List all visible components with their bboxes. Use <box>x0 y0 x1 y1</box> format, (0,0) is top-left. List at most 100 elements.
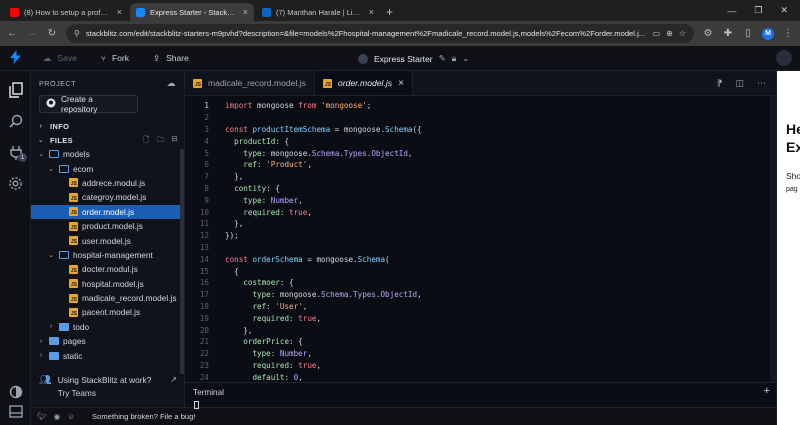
browser-menu-icon[interactable]: ⋮ <box>782 28 794 39</box>
code-editor[interactable]: 1 import mongoose from 'mongoose'; 2 3 const… <box>185 96 776 382</box>
fork-button[interactable]: ⑂ Fork <box>89 53 141 63</box>
screen-share-icon[interactable]: ▭ <box>653 29 661 38</box>
info-section-toggle[interactable]: › INFO <box>31 119 184 133</box>
editor-tab[interactable]: JS order.model.js × <box>314 71 413 95</box>
preview-pane[interactable]: He Ex Sho pag <box>776 71 800 425</box>
save-button[interactable]: ☁ Save <box>31 53 89 64</box>
theme-toggle-icon[interactable] <box>7 383 24 400</box>
code-line: 6 ref: 'Product', <box>185 159 776 171</box>
file-sidebar: PROJECT ☁ Create a repository › INFO ⌄ F… <box>31 71 185 407</box>
file-a-bug-link[interactable]: Something broken? File a bug! <box>92 412 195 421</box>
preview-text-2: pag <box>786 186 798 193</box>
code-text: required: true, <box>225 361 321 370</box>
line-number: 16 <box>199 278 209 288</box>
chevron-down-icon[interactable]: ⌄ <box>462 53 469 64</box>
folder-icon <box>59 322 69 331</box>
files-icon[interactable] <box>7 81 24 98</box>
stackblitz-logo-icon[interactable] <box>0 49 31 67</box>
lock-icon[interactable]: 🔒︎ <box>452 53 457 64</box>
search-icon[interactable] <box>7 112 24 129</box>
file-tree-file[interactable]: JS hospital.model.js <box>31 277 184 291</box>
cloud-sync-icon[interactable]: ☁ <box>167 78 177 89</box>
split-editor-icon[interactable]: ◫ <box>735 78 744 89</box>
format-icon[interactable]: ⁋ <box>717 78 723 89</box>
code-token: ; <box>366 101 372 111</box>
close-tab-icon[interactable]: × <box>117 7 122 17</box>
panel-layout-icon[interactable] <box>7 403 24 420</box>
terminal-title: Terminal <box>193 388 224 397</box>
more-actions-icon[interactable]: ⋯ <box>757 78 766 89</box>
file-tree-file[interactable]: JS order.model.js <box>31 204 184 219</box>
maximize-icon[interactable]: ❐ <box>754 5 762 16</box>
share-button[interactable]: ⇪ Share <box>141 53 201 64</box>
line-number: 5 <box>204 148 209 158</box>
close-window-icon[interactable]: ✕ <box>780 5 788 16</box>
line-number: 14 <box>199 254 209 264</box>
bookmark-star-icon[interactable]: ☆ <box>679 29 686 38</box>
sidebar-scrollbar[interactable] <box>180 149 184 374</box>
file-tree-folder[interactable]: › static <box>31 348 184 362</box>
reload-icon[interactable]: ↻ <box>46 28 58 39</box>
file-tree-folder[interactable]: › pages <box>31 334 184 348</box>
collapse-all-icon[interactable]: ⊟ <box>171 134 178 147</box>
file-tree-file[interactable]: JS pacent.model.js <box>31 305 184 319</box>
code-token: Schema <box>357 254 386 264</box>
extension-icon[interactable]: ⚙ <box>702 28 714 39</box>
project-name[interactable]: Express Starter ✎ 🔒︎ ⌄ <box>358 46 469 71</box>
file-tree-folder[interactable]: ⌄ ecom <box>31 161 184 175</box>
minimize-icon[interactable]: — <box>727 6 736 16</box>
line-number: 15 <box>199 266 209 276</box>
github-status-icon[interactable]: ◉ <box>54 412 61 421</box>
zoom-icon[interactable]: ⊕ <box>666 29 673 38</box>
file-tree-file[interactable]: JS madicale_record.model.js <box>31 291 184 305</box>
site-info-icon[interactable]: ⚲ <box>74 29 80 38</box>
line-number: 3 <box>204 124 209 134</box>
forward-icon[interactable]: → <box>26 28 38 39</box>
close-editor-tab-icon[interactable]: × <box>398 78 404 89</box>
browser-tab[interactable]: (7) Manthan Harale | LinkedIn × <box>256 3 380 21</box>
close-tab-icon[interactable]: × <box>243 7 248 17</box>
external-link-icon: ↗ <box>170 375 177 384</box>
file-tree-file[interactable]: JS product.model.js <box>31 219 184 233</box>
user-avatar[interactable] <box>776 50 792 66</box>
code-token: : <box>257 160 267 170</box>
extensions-puzzle-icon[interactable]: ✚ <box>722 28 734 39</box>
file-tree-file[interactable]: JS addrece.modul.js <box>31 176 184 190</box>
back-icon[interactable]: ← <box>6 28 18 39</box>
file-tree-folder[interactable]: › todo <box>31 320 184 334</box>
close-tab-icon[interactable]: × <box>369 7 374 17</box>
file-tree-folder[interactable]: ⌄ hospital-management <box>31 248 184 262</box>
code-token: : <box>279 207 290 217</box>
files-section-toggle[interactable]: ⌄ FILES 🗋︎ 🗀︎ ⊟ <box>31 133 184 147</box>
new-terminal-icon[interactable]: + <box>764 385 770 397</box>
url-bar[interactable]: ⚲ stackblitz.com/edit/stackblitz-starter… <box>66 24 694 43</box>
file-tree-file[interactable]: JS categroy.model.js <box>31 190 184 204</box>
file-tree-file[interactable]: JS user.model.js <box>31 233 184 247</box>
edit-pencil-icon[interactable]: ✎ <box>439 53 446 64</box>
file-tree-folder[interactable]: ⌄ models <box>31 147 184 161</box>
create-repository-button[interactable]: Create a repository <box>39 94 138 114</box>
new-file-icon[interactable]: 🗋︎ <box>143 134 149 147</box>
teams-promo[interactable]: 👥︎ Using StackBlitz at work? Try Teams ↗ <box>31 372 185 406</box>
side-panel-icon[interactable]: ▯ <box>742 28 754 39</box>
file-tree-file[interactable]: JS docter.modul.js <box>31 262 184 276</box>
terminal-panel[interactable]: Terminal + <box>185 382 776 409</box>
profile-avatar[interactable]: M <box>762 27 774 40</box>
address-bar-row: ← → ↻ ⚲ stackblitz.com/edit/stackblitz-s… <box>0 21 800 46</box>
new-tab-button[interactable]: + <box>380 3 399 21</box>
github-icon <box>46 98 56 110</box>
editor-tab-label: madicale_record.model.js <box>208 78 306 88</box>
code-token: orderSchema <box>252 254 303 264</box>
js-file-icon: JS <box>69 236 78 246</box>
browser-tabs: (8) How to setup a professional×Express … <box>4 3 380 21</box>
new-folder-icon[interactable]: 🗀︎ <box>157 134 165 147</box>
browser-tab[interactable]: Express Starter - StackBlitz × <box>130 3 254 21</box>
settings-gear-icon[interactable] <box>7 175 24 192</box>
editor-tab[interactable]: JS madicale_record.model.js <box>185 71 315 95</box>
code-line: 24 default: 0, <box>185 371 776 382</box>
browser-tab[interactable]: (8) How to setup a professional × <box>4 3 128 21</box>
twitter-icon[interactable]: 🐦︎ <box>37 412 47 421</box>
discord-icon[interactable]: ☺ <box>67 412 75 421</box>
file-tree-label: product.model.js <box>82 221 143 232</box>
